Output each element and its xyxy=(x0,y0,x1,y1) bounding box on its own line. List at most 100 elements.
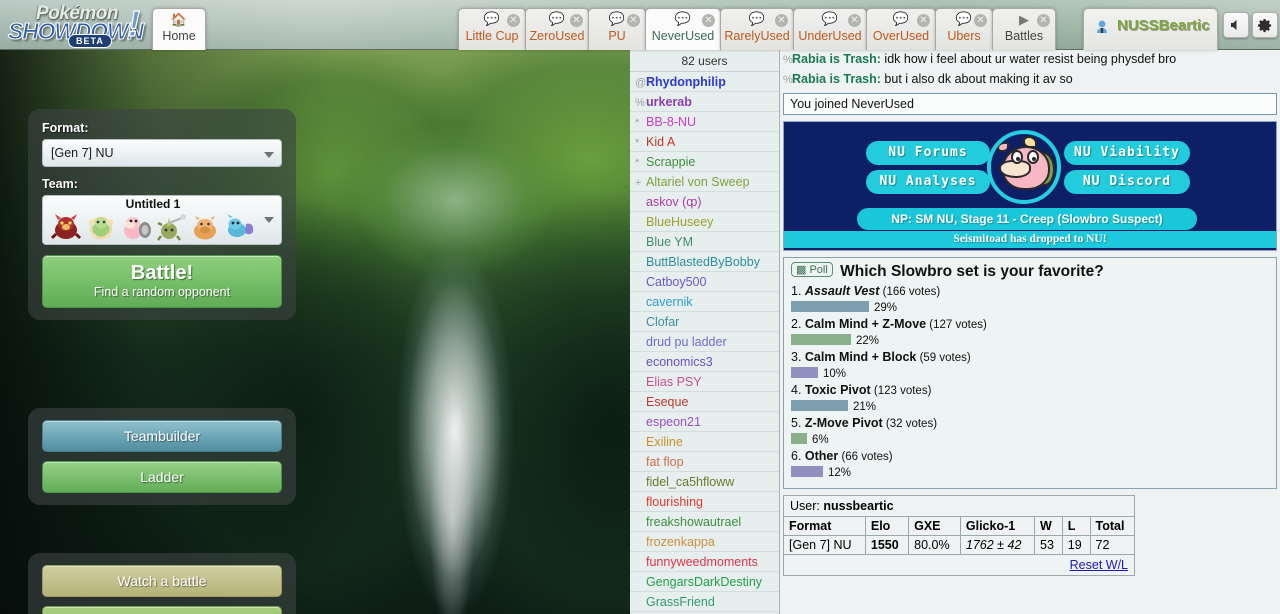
userlist-item[interactable]: frozenkappa xyxy=(630,532,779,552)
userlist-item[interactable]: freakshowautrael xyxy=(630,512,779,532)
watch-battle-button[interactable]: Watch a battle xyxy=(42,565,282,597)
userlist-item[interactable]: fidel_ca5hfloww xyxy=(630,472,779,492)
home-panel: Format: [Gen 7] NU Team: Untitled 1 Batt… xyxy=(0,50,630,614)
tab-neverused[interactable]: 💬 ✕ NeverUsed xyxy=(645,8,721,50)
userlist-item[interactable]: economics3 xyxy=(630,352,779,372)
user-count[interactable]: 82 users xyxy=(630,50,779,72)
tab-underused[interactable]: 💬 ✕ UnderUsed xyxy=(793,8,867,50)
userlist-item[interactable]: + Altariel von Sweep xyxy=(630,172,779,192)
poll-option-votes: (66 votes) xyxy=(838,451,893,463)
userlist-item[interactable]: %urkerab xyxy=(630,92,779,112)
tab-zerolused[interactable]: 💬 ✕ ZeroUsed xyxy=(525,8,589,50)
chat-icon: 💬 xyxy=(674,12,692,28)
settings-button[interactable] xyxy=(1252,12,1278,38)
username-label: Rhydonphilip xyxy=(646,75,726,89)
col-l: L xyxy=(1062,517,1091,536)
username-label: Altariel von Sweep xyxy=(646,175,750,189)
userlist-item[interactable]: GrassFriend xyxy=(630,592,779,612)
userlist-item[interactable]: GengarsDarkDestiny xyxy=(630,572,779,592)
username-label: Clofar xyxy=(646,315,680,329)
userlist-item[interactable]: Exiline xyxy=(630,432,779,452)
username-label: freakshowautrael xyxy=(646,515,742,529)
tab-overused[interactable]: 💬 ✕ OverUsed xyxy=(866,8,936,50)
tab-home[interactable]: 🏠 Home xyxy=(152,8,206,50)
userlist-item[interactable]: cavernik xyxy=(630,292,779,312)
chat-message-author[interactable]: Rabia is Trash: xyxy=(792,72,881,86)
battle-card: Format: [Gen 7] NU Team: Untitled 1 Batt… xyxy=(28,109,296,320)
chat-icon: 💬 xyxy=(483,12,501,28)
close-icon[interactable]: ✕ xyxy=(917,14,930,27)
userlist-item[interactable]: fat flop xyxy=(630,452,779,472)
username-label: urkerab xyxy=(646,95,692,109)
tab-little-cup[interactable]: 💬 ✕ Little Cup xyxy=(458,8,526,50)
gear-icon xyxy=(1257,18,1271,33)
close-icon[interactable]: ✕ xyxy=(570,14,583,27)
poll-option-bar-row: 21% xyxy=(791,399,1269,414)
poll-option-percent: 6% xyxy=(812,434,829,446)
teambuilder-button[interactable]: Teambuilder xyxy=(42,420,282,452)
poll-option-bar xyxy=(791,466,823,477)
nu-forums-button[interactable]: NU Forums xyxy=(866,141,990,165)
nu-np-thread-button[interactable]: NP: SM NU, Stage 11 - Creep (Slowbro Sus… xyxy=(857,208,1197,230)
tab-rarelyused[interactable]: 💬 ✕ RarelyUsed xyxy=(720,8,794,50)
nu-discord-button[interactable]: NU Discord xyxy=(1064,170,1190,194)
cell-glicko: 1762 ± 42 xyxy=(960,535,1036,555)
close-icon[interactable]: ✕ xyxy=(702,14,715,27)
poll-header: ▩ Poll Which Slowbro set is your favorit… xyxy=(791,262,1269,281)
userlist-item[interactable]: BlueHuseey xyxy=(630,212,779,232)
reset-wl-link[interactable]: Reset W/L xyxy=(1070,558,1128,572)
tab-pu[interactable]: 💬 ✕ PU xyxy=(588,8,646,50)
nu-analyses-button[interactable]: NU Analyses xyxy=(866,170,990,194)
user-tab[interactable]: NUSSBeartic xyxy=(1083,8,1218,50)
poll-option: 3. Calm Mind + Block (59 votes) xyxy=(791,349,1269,366)
volume-button[interactable] xyxy=(1223,12,1249,38)
userlist-item[interactable]: @Rhydonphilip xyxy=(630,72,779,92)
userlist-item[interactable]: Elias PSY xyxy=(630,372,779,392)
tab-label: OverUsed xyxy=(872,29,930,44)
poll-widget: ▩ Poll Which Slowbro set is your favorit… xyxy=(783,257,1277,489)
userlist-item[interactable]: Eseque xyxy=(630,392,779,412)
reset-row: Reset W/L xyxy=(784,555,1134,575)
userlist-item[interactable]: funnyweedmoments xyxy=(630,552,779,572)
ladder-button[interactable]: Ladder xyxy=(42,461,282,493)
userlist-item[interactable]: ButtBlastedByBobby xyxy=(630,252,779,272)
username-label: Eseque xyxy=(646,395,689,409)
find-user-button[interactable]: Find a user xyxy=(42,606,282,614)
userlist-item[interactable]: espeon21 xyxy=(630,412,779,432)
app-logo[interactable]: Pokémon SHOWDOWN BETA ! xyxy=(6,1,152,48)
close-icon[interactable]: ✕ xyxy=(1037,14,1050,27)
team-select[interactable]: Untitled 1 xyxy=(42,195,282,245)
close-icon[interactable]: ✕ xyxy=(974,14,987,27)
tools-card: Teambuilder Ladder xyxy=(28,408,296,505)
userlist-item[interactable]: drud pu ladder xyxy=(630,332,779,352)
userlist-panel[interactable]: 82 users @Rhydonphilip %urkerab * BB-8-NU * K… xyxy=(630,50,780,614)
poll-option-percent: 29% xyxy=(874,302,898,314)
userlist-item[interactable]: Blue YM xyxy=(630,232,779,252)
chat-message-author[interactable]: Rabia is Trash: xyxy=(792,52,881,66)
userlist-item[interactable]: flourishing xyxy=(630,492,779,512)
username-label: flourishing xyxy=(646,495,703,509)
userlist-item[interactable]: * BB-8-NU xyxy=(630,112,779,132)
poll-option-percent: 12% xyxy=(828,467,852,479)
close-icon[interactable]: ✕ xyxy=(507,14,520,27)
tab-battles[interactable]: ▶ ✕ Battles xyxy=(992,8,1056,50)
username-label: espeon21 xyxy=(646,415,701,429)
format-select[interactable]: [Gen 7] NU xyxy=(42,139,282,167)
tab-label: Ubers xyxy=(947,29,981,44)
battle-button[interactable]: Battle! Find a random opponent xyxy=(42,255,282,308)
userlist-item[interactable]: askov (ȹ) xyxy=(630,192,779,212)
username-label: Catboy500 xyxy=(646,275,707,289)
userlist-item[interactable]: Catboy500 xyxy=(630,272,779,292)
battle-button-label: Battle! xyxy=(130,262,194,284)
nu-viability-button[interactable]: NU Viability xyxy=(1064,141,1190,165)
close-icon[interactable]: ✕ xyxy=(775,14,788,27)
username-label: NUSSBeartic xyxy=(1117,17,1210,34)
cell-total: 72 xyxy=(1090,535,1134,555)
userlist-item[interactable]: * Kid A xyxy=(630,132,779,152)
userlist-item[interactable]: * Scrappie xyxy=(630,152,779,172)
tab-ubers[interactable]: 💬 ✕ Ubers xyxy=(935,8,993,50)
userlist-item[interactable]: Clofar xyxy=(630,312,779,332)
close-icon[interactable]: ✕ xyxy=(848,14,861,27)
rating-box: User: nussbeartic Format Elo GXE Glicko-… xyxy=(783,495,1135,576)
close-icon[interactable]: ✕ xyxy=(627,14,640,27)
